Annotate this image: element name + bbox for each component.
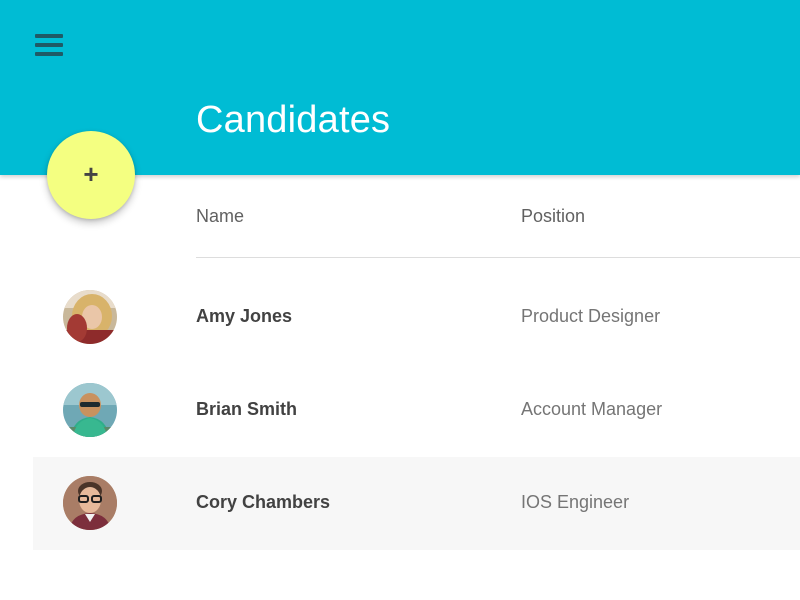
add-icon: + <box>83 159 99 189</box>
candidate-name: Brian Smith <box>196 399 298 419</box>
menu-button[interactable] <box>35 33 63 57</box>
table-row[interactable]: Brian Smith Account Manager <box>33 364 800 457</box>
page-title: Candidates <box>196 99 391 141</box>
hamburger-menu-icon <box>35 34 63 56</box>
avatar-photo <box>63 290 117 344</box>
avatar[interactable] <box>63 290 117 344</box>
header-divider <box>196 257 800 258</box>
avatar-photo <box>63 383 117 437</box>
table-row[interactable]: Cory Chambers IOS Engineer <box>33 457 800 550</box>
candidate-position: Account Manager <box>521 399 663 419</box>
candidate-position: IOS Engineer <box>521 492 630 512</box>
avatar[interactable] <box>63 476 117 530</box>
candidate-name: Amy Jones <box>196 306 293 326</box>
avatar-photo <box>63 476 117 530</box>
candidate-list: Amy Jones Product Designer Brian Smith A… <box>33 271 800 550</box>
candidate-position: Product Designer <box>521 306 661 326</box>
app-window: Candidates + Name Position Amy Jones Pro… <box>0 0 800 600</box>
avatar[interactable] <box>63 383 117 437</box>
candidate-name: Cory Chambers <box>196 492 331 512</box>
column-header-name[interactable]: Name <box>196 206 244 227</box>
table-row[interactable]: Amy Jones Product Designer <box>33 271 800 364</box>
column-header-position[interactable]: Position <box>521 206 585 227</box>
add-candidate-button[interactable]: + <box>47 131 135 219</box>
